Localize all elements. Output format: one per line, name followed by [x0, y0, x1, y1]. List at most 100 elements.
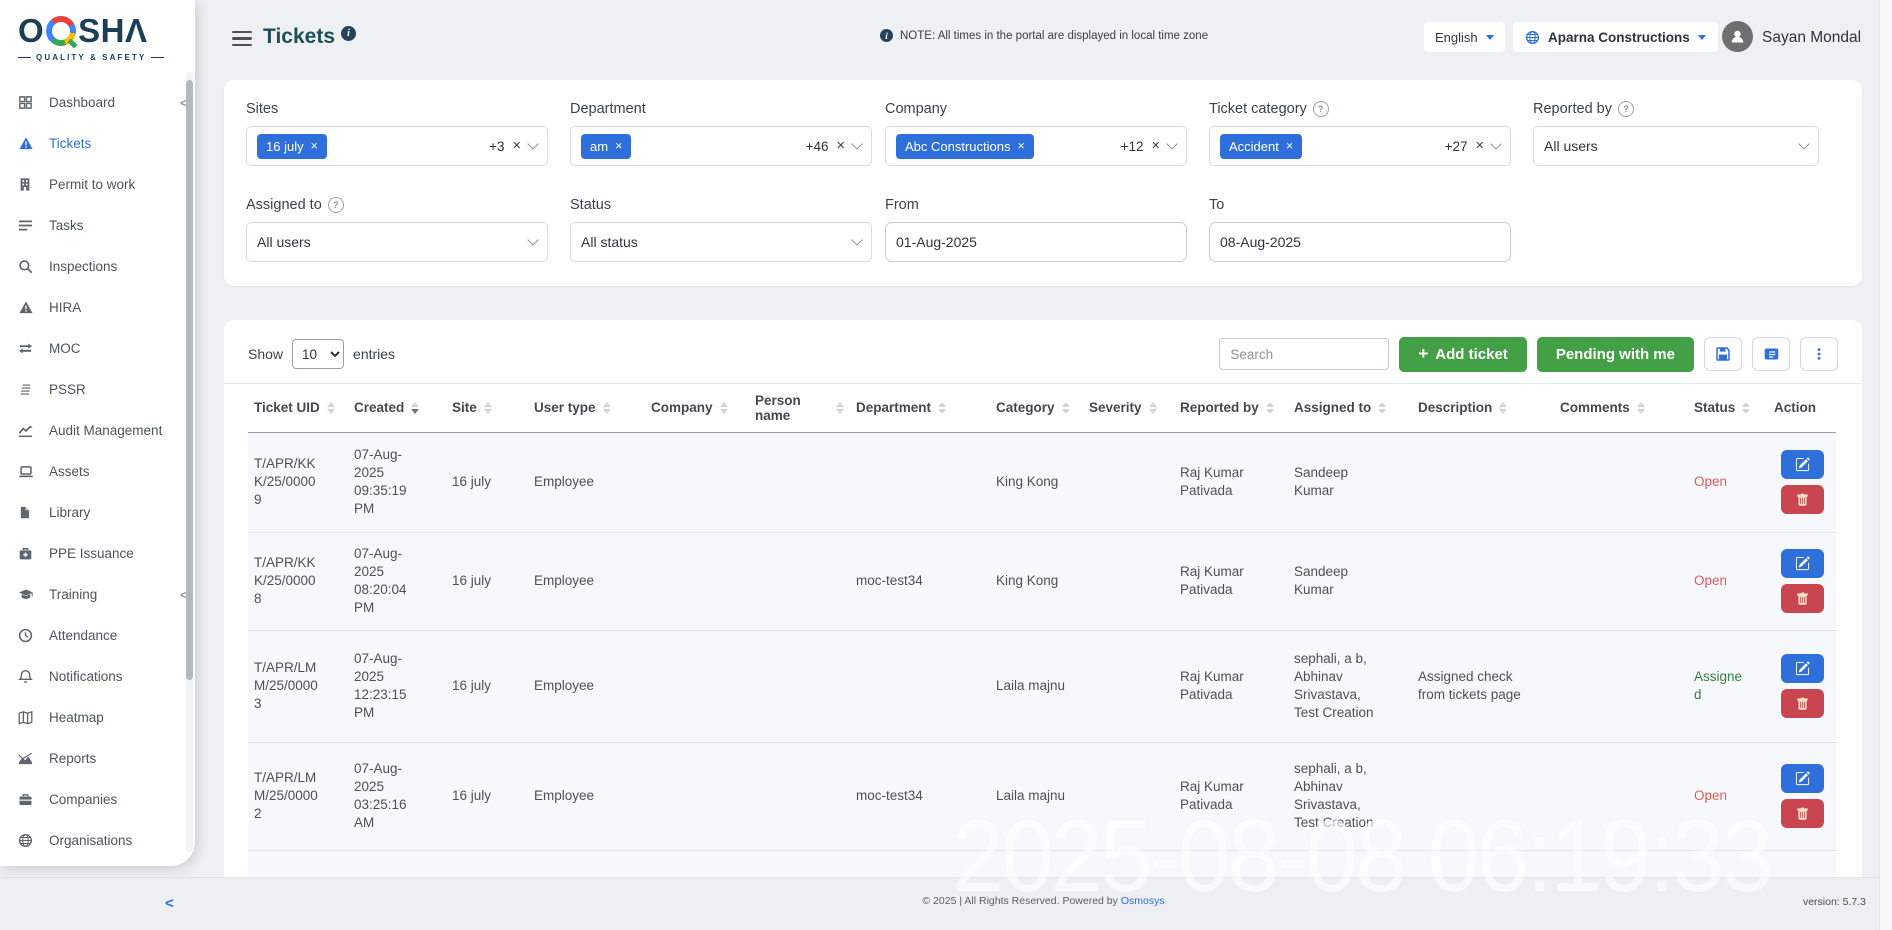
column-settings-button[interactable]	[1752, 337, 1790, 371]
sidebar-item-tasks[interactable]: Tasks	[0, 205, 195, 246]
chip-remove-icon[interactable]: ×	[1018, 139, 1025, 153]
pending-with-me-button[interactable]: Pending with me	[1537, 337, 1694, 372]
sort-arrows-icon[interactable]	[411, 402, 419, 414]
sidebar-item-organisations[interactable]: Organisations	[0, 820, 195, 861]
chevron-down-icon[interactable]	[1798, 138, 1809, 149]
sort-arrows-icon[interactable]	[836, 402, 844, 414]
sidebar-collapse-chevron[interactable]: <	[165, 895, 174, 912]
filter-ticket-category-input[interactable]: Accident×+27×	[1209, 126, 1511, 166]
filter-status-input[interactable]: All status	[570, 222, 872, 262]
edit-ticket-button[interactable]	[1781, 654, 1824, 683]
chevron-down-icon[interactable]	[851, 234, 862, 245]
sort-arrows-icon[interactable]	[1499, 402, 1507, 414]
filter-from-input[interactable]: 01-Aug-2025	[885, 222, 1187, 262]
column-header-category[interactable]: Category	[990, 384, 1083, 432]
sidebar-item-heatmap[interactable]: Heatmap	[0, 697, 195, 738]
chevron-down-icon[interactable]	[527, 138, 538, 149]
sort-arrows-icon[interactable]	[1637, 402, 1645, 414]
delete-ticket-button[interactable]	[1781, 689, 1824, 718]
sidebar-item-tickets[interactable]: Tickets	[0, 123, 195, 164]
sort-arrows-icon[interactable]	[938, 402, 946, 414]
search-input[interactable]	[1219, 338, 1389, 370]
chevron-down-icon[interactable]	[527, 234, 538, 245]
sidebar-item-pssr[interactable]: PSSR	[0, 369, 195, 410]
column-header-assigned-to[interactable]: Assigned to	[1288, 384, 1412, 432]
organisation-dropdown[interactable]: Aparna Constructions	[1513, 22, 1718, 52]
title-info-icon[interactable]: i	[341, 26, 356, 41]
sidebar-item-dashboard[interactable]: Dashboard<	[0, 82, 195, 123]
filter-to-input[interactable]: 08-Aug-2025	[1209, 222, 1511, 262]
clear-all-icon[interactable]: ×	[1476, 138, 1484, 154]
sort-arrows-icon[interactable]	[720, 402, 728, 414]
column-header-user-type[interactable]: User type	[528, 384, 645, 432]
clear-all-icon[interactable]: ×	[1152, 138, 1160, 154]
help-icon[interactable]: ?	[328, 197, 344, 213]
edit-ticket-button[interactable]	[1781, 549, 1824, 578]
sort-arrows-icon[interactable]	[327, 402, 335, 414]
language-dropdown[interactable]: English	[1424, 22, 1505, 52]
page-size-select[interactable]: 10	[292, 339, 344, 369]
sidebar-item-attendance[interactable]: Attendance	[0, 615, 195, 656]
edit-ticket-button[interactable]	[1781, 764, 1824, 793]
sidebar-item-library[interactable]: Library	[0, 492, 195, 533]
column-header-severity[interactable]: Severity	[1083, 384, 1174, 432]
sidebar-item-moc[interactable]: MOC	[0, 328, 195, 369]
help-icon[interactable]: ?	[1618, 101, 1634, 117]
sidebar-item-assets[interactable]: Assets	[0, 451, 195, 492]
sort-arrows-icon[interactable]	[1742, 402, 1750, 414]
column-header-person-name[interactable]: Person name	[749, 384, 850, 432]
sidebar-item-audit-management[interactable]: Audit Management	[0, 410, 195, 451]
sort-arrows-icon[interactable]	[1266, 402, 1274, 414]
menu-toggle-icon[interactable]	[232, 31, 252, 46]
sidebar-item-companies[interactable]: Companies	[0, 779, 195, 820]
sort-arrows-icon[interactable]	[1149, 402, 1157, 414]
filter-reported-by-input[interactable]: All users	[1533, 126, 1819, 166]
column-label: Action	[1774, 400, 1816, 415]
sort-arrows-icon[interactable]	[603, 402, 611, 414]
help-icon[interactable]: ?	[1313, 101, 1329, 117]
sort-arrows-icon[interactable]	[484, 402, 492, 414]
clear-all-icon[interactable]: ×	[837, 138, 845, 154]
column-header-company[interactable]: Company	[645, 384, 749, 432]
sidebar-item-hira[interactable]: HIRA	[0, 287, 195, 328]
delete-ticket-button[interactable]	[1781, 485, 1824, 514]
page-scrollbar[interactable]	[1879, 0, 1892, 930]
chevron-down-icon[interactable]	[1490, 138, 1501, 149]
sidebar-item-reports[interactable]: Reports	[0, 738, 195, 779]
sidebar-item-training[interactable]: Training<	[0, 574, 195, 615]
chevron-down-icon[interactable]	[1166, 138, 1177, 149]
clear-all-icon[interactable]: ×	[513, 138, 521, 154]
osmosys-link[interactable]: Osmosys	[1121, 895, 1165, 907]
column-header-ticket-uid[interactable]: Ticket UID	[248, 384, 348, 432]
more-options-button[interactable]	[1800, 337, 1838, 371]
delete-ticket-button[interactable]	[1781, 584, 1824, 613]
column-header-site[interactable]: Site	[446, 384, 528, 432]
column-header-description[interactable]: Description	[1412, 384, 1554, 432]
column-header-created[interactable]: Created	[348, 384, 446, 432]
column-header-reported-by[interactable]: Reported by	[1174, 384, 1288, 432]
column-header-status[interactable]: Status	[1688, 384, 1768, 432]
chip-remove-icon[interactable]: ×	[1286, 139, 1293, 153]
add-ticket-button[interactable]: + Add ticket	[1399, 337, 1526, 372]
chip-remove-icon[interactable]: ×	[615, 139, 622, 153]
edit-ticket-button[interactable]	[1781, 450, 1824, 479]
column-header-department[interactable]: Department	[850, 384, 990, 432]
filter-assigned-to-input[interactable]: All users	[246, 222, 548, 262]
sidebar-item-notifications[interactable]: Notifications	[0, 656, 195, 697]
sidebar-item-permit-to-work[interactable]: Permit to work	[0, 164, 195, 205]
sort-arrows-icon[interactable]	[1062, 402, 1070, 414]
export-save-button[interactable]	[1704, 337, 1742, 371]
sidebar-item-ppe-issuance[interactable]: PPE Issuance	[0, 533, 195, 574]
chevron-down-icon[interactable]	[851, 138, 862, 149]
sidebar-scrollbar[interactable]	[186, 72, 193, 852]
sidebar-scrollbar-thumb[interactable]	[186, 80, 193, 680]
sort-arrows-icon[interactable]	[1378, 402, 1386, 414]
sidebar-item-inspections[interactable]: Inspections	[0, 246, 195, 287]
filter-company-input[interactable]: Abc Constructions×+12×	[885, 126, 1187, 166]
user-avatar[interactable]	[1722, 21, 1753, 52]
column-header-comments[interactable]: Comments	[1554, 384, 1688, 432]
filter-sites-input[interactable]: 16 july×+3×	[246, 126, 548, 166]
filter-department-input[interactable]: am×+46×	[570, 126, 872, 166]
chip-remove-icon[interactable]: ×	[311, 139, 318, 153]
delete-ticket-button[interactable]	[1781, 799, 1824, 828]
